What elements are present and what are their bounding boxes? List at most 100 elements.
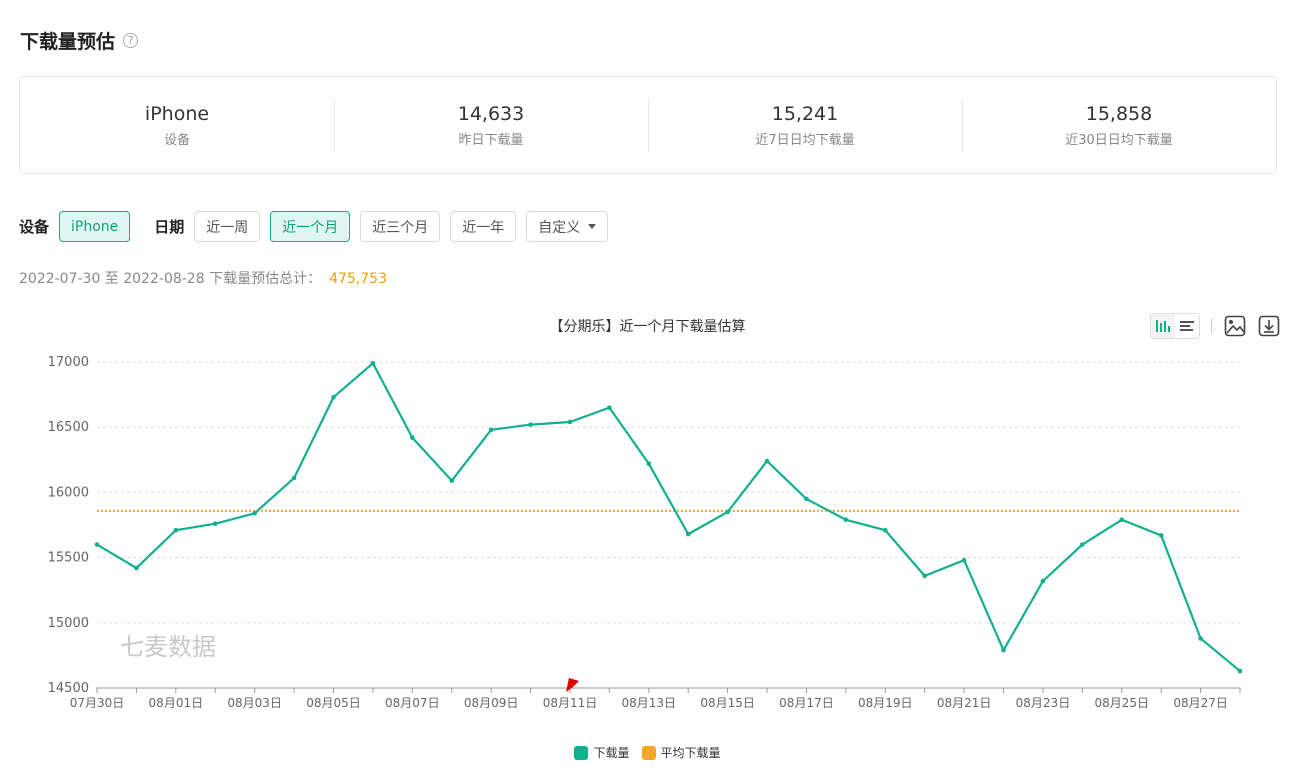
x-tick-label: 08月13日	[622, 696, 677, 710]
data-point[interactable]	[685, 531, 691, 537]
title-row: 下载量预估 ?	[20, 27, 139, 54]
custom-date-dropdown[interactable]: 自定义	[526, 211, 609, 242]
data-point[interactable]	[725, 509, 730, 515]
filter-row: 设备 iPhone 日期 近一周 近一个月 近三个月 近一年 自定义	[19, 210, 618, 243]
date-filter-label: 日期	[154, 218, 185, 236]
data-point[interactable]	[134, 565, 139, 571]
legend-item-average[interactable]: 平均下载量	[641, 744, 721, 761]
data-point[interactable]	[449, 478, 455, 483]
data-point[interactable]	[94, 542, 100, 547]
stat-label: 近30日日均下载量	[1065, 133, 1173, 148]
y-tick-label: 14500	[48, 681, 89, 696]
data-point[interactable]	[212, 521, 218, 526]
chart-toolbar	[1150, 313, 1291, 339]
data-point[interactable]	[1040, 578, 1046, 584]
x-tick-label: 08月03日	[227, 696, 282, 710]
chart-legend: 下载量 平均下载量	[0, 744, 1295, 761]
data-point[interactable]	[1198, 636, 1203, 641]
x-tick-label: 08月05日	[306, 696, 361, 710]
x-tick-label: 08月27日	[1173, 696, 1228, 710]
x-tick-label: 08月15日	[700, 696, 755, 710]
stat-label: 设备	[163, 133, 190, 148]
download-points	[94, 361, 1243, 674]
list-icon[interactable]	[1175, 314, 1199, 338]
help-icon[interactable]: ?	[123, 33, 139, 48]
date-option-year[interactable]: 近一年	[450, 211, 517, 242]
stat-label: 近7日日均下载量	[755, 133, 855, 148]
toolbar-divider	[1211, 318, 1212, 334]
stat-30day-avg: 15,858 近30日日均下载量	[962, 77, 1276, 173]
date-option-month[interactable]: 近一个月	[270, 211, 351, 242]
stat-value: 15,858	[1085, 103, 1153, 125]
legend-swatch	[641, 745, 656, 760]
y-axis: 14500 15000 15500 16000 16500 17000	[48, 355, 89, 696]
data-point[interactable]	[370, 361, 376, 366]
y-tick-label: 15000	[48, 616, 89, 631]
line-chart: 14500 15000 15500 16000 16500 17000 07月30日 08月…	[48, 355, 1243, 710]
image-icon[interactable]	[1223, 314, 1247, 338]
device-option-iphone[interactable]: iPhone	[59, 211, 131, 242]
x-tick-label: 08月23日	[1016, 696, 1071, 710]
download-icon[interactable]	[1257, 314, 1281, 338]
y-tick-label: 16000	[48, 485, 89, 500]
data-point[interactable]	[410, 435, 415, 440]
x-tick-label: 07月30日	[70, 696, 125, 710]
stat-yesterday: 14,633 昨日下载量	[334, 77, 648, 173]
y-tick-label: 17000	[48, 355, 89, 370]
legend-label: 平均下载量	[660, 746, 721, 760]
bar-chart-icon[interactable]	[1151, 314, 1175, 338]
summary-total: 475,753	[329, 271, 387, 287]
data-point[interactable]	[488, 427, 494, 433]
data-point[interactable]	[1119, 517, 1125, 523]
page-title: 下载量预估	[20, 31, 116, 53]
data-point[interactable]	[804, 496, 809, 502]
data-point[interactable]	[607, 405, 612, 410]
data-point[interactable]	[961, 557, 967, 563]
view-toggle	[1150, 313, 1200, 339]
chart-title: 【分期乐】近一个月下载量估算	[549, 319, 746, 335]
stat-value: 14,633	[457, 103, 525, 125]
legend-item-downloads[interactable]: 下载量	[574, 744, 630, 761]
data-point[interactable]	[528, 422, 533, 427]
data-point[interactable]	[922, 573, 927, 579]
x-tick-label: 08月25日	[1094, 696, 1149, 710]
watermark: 七麦数据	[120, 633, 216, 661]
data-point[interactable]	[1158, 533, 1164, 538]
data-point[interactable]	[567, 419, 573, 425]
date-option-week[interactable]: 近一周	[194, 211, 261, 242]
data-point[interactable]	[764, 458, 770, 464]
stats-card: iPhone 设备 14,633 昨日下载量 15,241 近7日日均下载量 1…	[19, 76, 1277, 174]
data-point[interactable]	[252, 510, 257, 516]
x-tick-label: 08月07日	[385, 696, 440, 710]
stat-value: 15,241	[771, 103, 839, 125]
data-point[interactable]	[173, 527, 179, 533]
download-series-line	[96, 362, 1241, 672]
x-tick-label: 08月11日	[543, 696, 598, 710]
data-point[interactable]	[1001, 647, 1006, 653]
device-filter-label: 设备	[19, 218, 50, 236]
summary-text: 2022-07-30 至 2022-08-28 下载量预估总计：	[19, 271, 322, 287]
legend-swatch	[574, 745, 589, 760]
data-point[interactable]	[331, 394, 336, 400]
data-point[interactable]	[843, 517, 849, 523]
data-point[interactable]	[646, 461, 652, 467]
summary-row: 2022-07-30 至 2022-08-28 下载量预估总计： 475,753	[19, 268, 387, 288]
stat-7day-avg: 15,241 近7日日均下载量	[648, 77, 962, 173]
download-line	[96, 362, 1241, 672]
data-point[interactable]	[1080, 542, 1085, 547]
legend-label: 下载量	[593, 746, 630, 760]
data-point[interactable]	[1237, 668, 1243, 674]
y-tick-label: 15500	[48, 551, 89, 566]
data-point[interactable]	[291, 475, 297, 481]
x-tick-label: 08月09日	[464, 696, 519, 710]
x-tick-label: 08月01日	[149, 696, 204, 710]
date-option-three-months[interactable]: 近三个月	[360, 211, 441, 242]
x-tick-label: 08月21日	[937, 696, 992, 710]
custom-date-label: 自定义	[538, 219, 581, 236]
data-point[interactable]	[882, 527, 888, 533]
stat-label: 昨日下载量	[458, 133, 524, 148]
stat-device: iPhone 设备	[20, 77, 334, 173]
x-axis: 07月30日 08月01日 08月03日 08月05日 08月07日 08月09日 08月1…	[70, 687, 1241, 710]
flag-icon[interactable]	[565, 678, 579, 692]
flag-shape	[565, 678, 579, 692]
